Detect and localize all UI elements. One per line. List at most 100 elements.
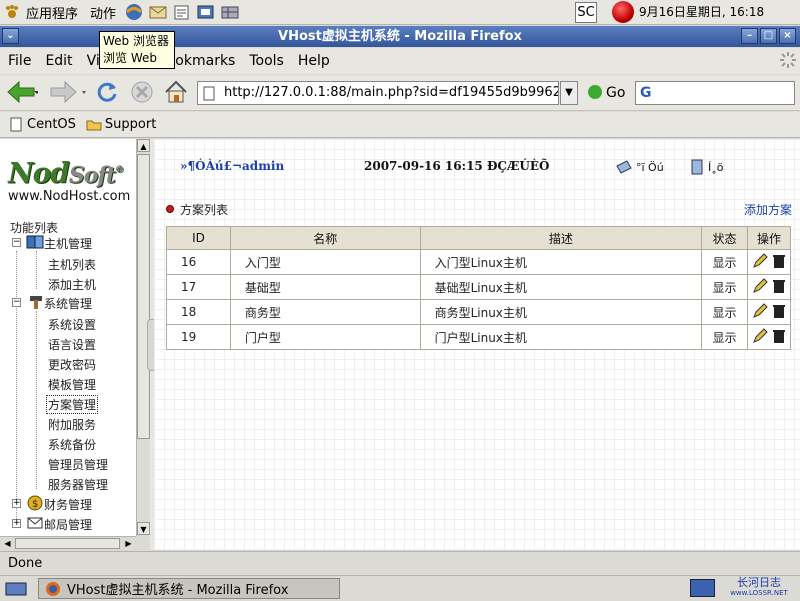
tree-collapse-toggle[interactable]: −	[12, 298, 21, 307]
update-notifier-icon[interactable]	[612, 1, 634, 23]
back-arrow-icon[interactable]	[6, 80, 40, 107]
nav-horizontal-scrollbar[interactable]: ◀ ▶	[0, 536, 136, 550]
sidebar-group-mail[interactable]: 邮局管理	[44, 516, 92, 533]
url-dropdown-button[interactable]: ▼	[560, 81, 578, 105]
home-icon[interactable]	[163, 79, 189, 108]
forward-arrow-icon[interactable]	[50, 80, 90, 107]
menu-edit[interactable]: Edit	[38, 50, 79, 72]
cell-status[interactable]: 显示	[701, 299, 749, 325]
menu-file[interactable]: File	[0, 50, 38, 72]
scroll-left-arrow-icon[interactable]: ◀	[1, 537, 14, 550]
scroll-right-arrow-icon[interactable]: ▶	[122, 537, 135, 550]
col-description[interactable]: 描述	[419, 226, 703, 250]
url-bar[interactable]: http://127.0.0.1:88/main.php?sid=df19455…	[197, 81, 559, 105]
tree-expand-toggle[interactable]: +	[12, 499, 21, 508]
col-id[interactable]: ID	[166, 226, 231, 250]
minimize-button[interactable]: –	[741, 28, 758, 44]
tree-line	[16, 251, 17, 527]
col-status[interactable]: 状态	[701, 226, 749, 250]
add-plan-link[interactable]: 添加方案	[744, 201, 792, 218]
edit-icon[interactable]	[752, 302, 768, 322]
cell-id: 19	[166, 324, 231, 350]
svg-text:$: $	[32, 499, 38, 510]
panel-clock[interactable]: 9月16日星期日, 16:18	[639, 0, 764, 25]
edit-icon[interactable]	[752, 327, 768, 347]
status-bar: Done	[0, 551, 800, 574]
cell-description: 基础型Linux主机	[419, 274, 703, 300]
sidebar-item-server-mgmt[interactable]: 服务器管理	[48, 476, 108, 493]
firefox-launcher-icon[interactable]	[124, 3, 144, 21]
window-title: VHost虚拟主机系统 - Mozilla Firefox	[278, 29, 522, 44]
help-link-label: °ï Öú	[636, 160, 664, 174]
help-link[interactable]: °ï Öú	[616, 160, 664, 174]
show-desktop-icon[interactable]	[5, 580, 27, 599]
reload-icon[interactable]	[95, 80, 119, 107]
cell-id: 16	[166, 249, 231, 275]
go-button[interactable]: Go	[588, 82, 625, 104]
cell-name: 入门型	[229, 249, 421, 275]
cell-status[interactable]: 显示	[701, 249, 749, 275]
cell-status[interactable]: 显示	[701, 324, 749, 350]
menu-help[interactable]: Help	[291, 50, 337, 72]
cell-status[interactable]: 显示	[701, 274, 749, 300]
plans-table: ID 名称 描述 状态 操作 16 入门型 入门型Linux主机 显示 17 基…	[166, 226, 791, 350]
sidebar-item-system-settings[interactable]: 系统设置	[48, 316, 96, 333]
writer-launcher-icon[interactable]	[172, 3, 192, 21]
logo-brand-b: Soft	[68, 162, 116, 189]
actions-menu[interactable]: 动作	[84, 0, 122, 25]
impress-launcher-icon[interactable]	[196, 3, 216, 21]
cell-name: 门户型	[229, 324, 421, 350]
logout-link[interactable]: Í˳ö	[691, 159, 723, 175]
workspace-switcher[interactable]	[690, 579, 715, 597]
logout-link-label: Í˳ö	[708, 160, 724, 174]
col-actions[interactable]: 操作	[747, 226, 791, 250]
delete-trash-icon[interactable]	[772, 304, 786, 322]
taskbar-window-label: VHost虚拟主机系统 - Mozilla Firefox	[67, 583, 289, 598]
cell-actions	[747, 299, 791, 325]
edit-icon[interactable]	[752, 277, 768, 297]
bookmark-support-folder[interactable]: Support	[86, 117, 156, 132]
tree-collapse-toggle[interactable]: −	[12, 238, 21, 247]
maximize-button[interactable]: □	[760, 28, 777, 44]
delete-trash-icon[interactable]	[772, 329, 786, 347]
sidebar-group-system[interactable]: 系统管理	[44, 295, 92, 312]
throbber-icon	[779, 51, 797, 72]
input-method-indicator[interactable]: SC	[575, 2, 597, 23]
edit-icon[interactable]	[752, 252, 768, 272]
h-scroll-thumb[interactable]	[15, 538, 120, 549]
sidebar-item-addon-services[interactable]: 附加服务	[48, 416, 96, 433]
scroll-down-arrow-icon[interactable]: ▼	[137, 522, 150, 535]
sidebar-item-add-host[interactable]: 添加主机	[48, 276, 96, 293]
sidebar-group-finance[interactable]: 财务管理	[44, 496, 92, 513]
google-search-icon[interactable]: G	[640, 85, 652, 101]
col-name[interactable]: 名称	[229, 226, 421, 250]
sidebar-item-change-password[interactable]: 更改密码	[48, 356, 96, 373]
sidebar-item-admin-mgmt[interactable]: 管理员管理	[48, 456, 108, 473]
taskbar-window-button[interactable]: VHost虚拟主机系统 - Mozilla Firefox	[38, 578, 340, 599]
window-menu-button[interactable]: ⌄	[2, 28, 19, 44]
sidebar-item-template-mgmt[interactable]: 模板管理	[48, 376, 96, 393]
delete-trash-icon[interactable]	[772, 279, 786, 297]
sidebar-item-plan-mgmt[interactable]: 方案管理	[46, 395, 99, 414]
gnome-foot-icon[interactable]	[4, 4, 20, 20]
nodsoft-logo: NodSoft® www.NodHost.com	[8, 155, 136, 205]
mail-launcher-icon[interactable]	[148, 3, 168, 21]
applications-menu[interactable]: 应用程序	[20, 0, 84, 25]
stop-icon[interactable]	[130, 80, 154, 107]
delete-trash-icon[interactable]	[772, 254, 786, 272]
close-button[interactable]: ×	[779, 28, 796, 44]
bookmark-centos[interactable]: CentOS	[10, 117, 76, 132]
tree-expand-toggle[interactable]: +	[12, 519, 21, 528]
sidebar-group-host[interactable]: 主机管理	[44, 235, 92, 252]
bookmark-page-icon	[10, 117, 22, 132]
sidebar-item-language-settings[interactable]: 语言设置	[48, 336, 96, 353]
status-text: Done	[8, 556, 43, 571]
scroll-up-arrow-icon[interactable]: ▲	[137, 139, 150, 152]
sidebar-item-system-backup[interactable]: 系统备份	[48, 436, 96, 453]
search-input[interactable]: G	[635, 81, 795, 105]
scroll-thumb[interactable]	[137, 154, 150, 439]
menu-tools[interactable]: Tools	[242, 50, 291, 72]
sidebar-item-host-list[interactable]: 主机列表	[48, 256, 96, 273]
calc-launcher-icon[interactable]	[220, 3, 240, 21]
table-row: 18 商务型 商务型Linux主机 显示	[166, 299, 791, 325]
